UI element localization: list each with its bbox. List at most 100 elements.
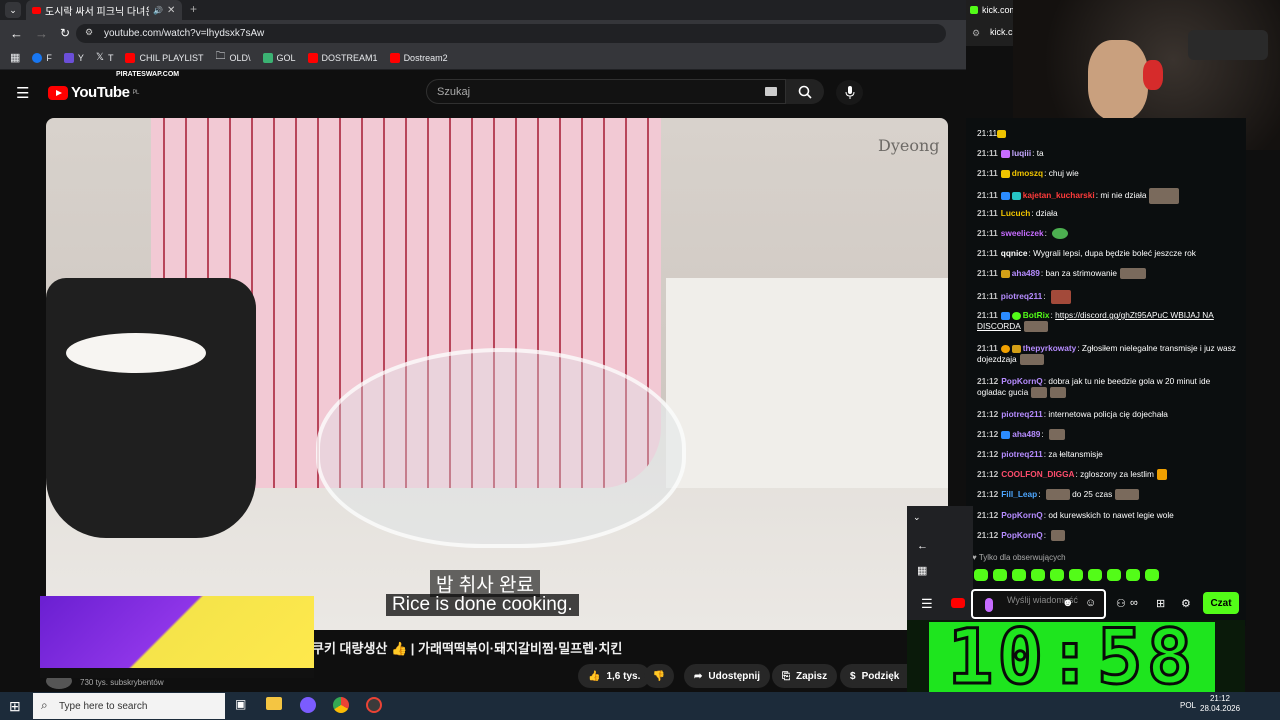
menu-icon[interactable]: ☰: [16, 84, 29, 102]
bookmark-y[interactable]: Y: [63, 52, 84, 63]
save-label: Zapisz: [796, 670, 828, 682]
chat-message: 21:11 aha489: ban za strimowanie: [977, 268, 1239, 280]
chat-send-button[interactable]: Czat: [1203, 592, 1239, 614]
emote-icon[interactable]: [1126, 569, 1140, 581]
like-count: 1,6 tys.: [606, 670, 641, 682]
crown-badge-icon: [1000, 169, 1010, 178]
chat-message: 21:11 piotreq211:: [977, 290, 1239, 304]
emote-picker-icon[interactable]: ☻: [1062, 597, 1074, 609]
chat-message: 21:11 dmoszq: chuj wie: [977, 168, 1079, 178]
chat-message: 21:11 BotRix: https://discord.gg/ghZt95AP…: [977, 310, 1214, 333]
kick-settings-icon[interactable]: ⚙: [972, 28, 980, 39]
save-button[interactable]: ⎘ Zapisz: [772, 664, 838, 688]
search-input[interactable]: Szukaj: [426, 79, 786, 104]
keyboard-language[interactable]: POL: [1180, 701, 1196, 710]
bookmark-gol[interactable]: GOL: [262, 52, 296, 63]
chat-message: 21:11 qqnice: Wygrali lepsi, dupa będzie …: [977, 248, 1196, 258]
site-info-icon[interactable]: ⚙: [85, 27, 93, 38]
rice-cooker-pot: [46, 278, 256, 538]
youtube-logo[interactable]: YouTube PL: [48, 84, 139, 101]
emote-icon[interactable]: [974, 569, 988, 581]
emote-icon: [1045, 489, 1070, 501]
search-icon: ⌕: [41, 698, 48, 712]
chat-message: 21:12 Fill_Leap: do 25 czas: [977, 489, 1239, 501]
chrome-icon[interactable]: [333, 697, 349, 713]
bookmark-folder-old[interactable]: 🗀 OLD\: [216, 49, 251, 66]
youtube-favicon-icon: [125, 52, 136, 63]
ad-banner[interactable]: [40, 596, 314, 678]
emote-icon[interactable]: [1031, 569, 1045, 581]
keyboard-icon[interactable]: [765, 87, 777, 96]
emote-icon[interactable]: [1012, 569, 1026, 581]
background-light: [1188, 30, 1268, 60]
apps-grid-icon[interactable]: ▦: [10, 51, 20, 64]
forward-icon[interactable]: →: [35, 26, 48, 41]
smile-icon[interactable]: ☺: [1085, 597, 1096, 609]
x-logo-icon: 𝕏: [95, 52, 104, 63]
badge-icon: [1000, 192, 1010, 200]
link-icon[interactable]: ∞: [1130, 597, 1138, 609]
reload-icon[interactable]: ↻: [60, 26, 70, 40]
tab-search-button[interactable]: ⌄: [913, 512, 921, 523]
emote-icon: [1156, 469, 1167, 481]
bookmark-label: Dostream2: [403, 52, 448, 63]
taskbar-clock[interactable]: 21:12 28.04.2026: [1200, 694, 1240, 714]
app-icon[interactable]: [366, 697, 382, 713]
taskbar-search[interactable]: ⌕ Type here to search: [33, 693, 225, 719]
settings-icon[interactable]: ⚙: [1181, 597, 1191, 610]
voice-search-button[interactable]: [836, 80, 863, 105]
browser-tab-active[interactable]: 도시락 싸서 피크닉 다녀온 🔊 ✕: [26, 0, 182, 20]
close-tab-icon[interactable]: ✕: [167, 5, 175, 16]
microphone-icon[interactable]: [985, 598, 993, 612]
emote-icon[interactable]: [1050, 569, 1064, 581]
bookmark-label: OLD\: [229, 52, 251, 63]
users-icon[interactable]: ⚇: [1116, 597, 1126, 610]
windows-start-icon[interactable]: ⊞: [9, 698, 21, 715]
omnibox[interactable]: ⚙ youtube.com/watch?v=lhydsxk7sAw: [76, 24, 946, 43]
discord-icon[interactable]: [300, 697, 316, 713]
thumbs-down-icon: 👎: [652, 670, 666, 682]
tab-title: 도시락 싸서 피크닉 다녀온: [45, 6, 149, 18]
new-tab-icon[interactable]: +: [190, 2, 197, 16]
emote-icon[interactable]: [993, 569, 1007, 581]
emote-icon[interactable]: [1069, 569, 1083, 581]
bookmark-label: GOL: [276, 52, 296, 63]
mini-browser-window[interactable]: ⌄ ← ▦ ☰: [907, 506, 973, 620]
back-icon[interactable]: ←: [917, 540, 928, 552]
counter-background: [666, 278, 948, 488]
search-button[interactable]: [786, 79, 824, 104]
like-button[interactable]: 👍 1,6 tys.: [578, 664, 651, 688]
thanks-button[interactable]: $ Podzięk: [840, 664, 908, 688]
video-player[interactable]: Dyeong 밥 취사 완료 Rice is done cooking.: [46, 118, 948, 630]
bookmark-dostream2[interactable]: Dostream2: [389, 52, 448, 63]
file-explorer-icon[interactable]: [266, 697, 282, 710]
youtube-play-icon: [48, 85, 68, 100]
dislike-button[interactable]: 👎: [644, 664, 674, 688]
bookmark-label: Y: [77, 52, 84, 63]
back-icon[interactable]: ←: [10, 26, 23, 41]
bookmark-t[interactable]: 𝕏T: [96, 52, 114, 63]
apps-grid-icon[interactable]: ▦: [917, 564, 927, 577]
share-button[interactable]: ➦ Udostępnij: [684, 664, 771, 688]
bookmark-chil-playlist[interactable]: CHIL PLAYLIST: [125, 52, 204, 63]
menu-icon[interactable]: ☰: [921, 596, 933, 612]
emote-icon[interactable]: [1145, 569, 1159, 581]
tab-search-button[interactable]: ⌄: [5, 2, 21, 18]
taskbar-search-placeholder: Type here to search: [59, 700, 148, 712]
speaker-icon[interactable]: 🔊: [153, 6, 163, 15]
emote-icon[interactable]: [1088, 569, 1102, 581]
task-view-icon[interactable]: ▣: [235, 697, 246, 711]
emote-icon[interactable]: [1107, 569, 1121, 581]
gift-icon[interactable]: ⊞: [1156, 597, 1165, 610]
badge-icon: [1000, 344, 1010, 353]
emote-icon: [1050, 290, 1071, 304]
chat-message: 21:12 aha489:: [977, 429, 1239, 441]
share-label: Udostępnij: [708, 670, 761, 682]
bookmark-dostream1[interactable]: DOSTREAM1: [307, 52, 378, 63]
bookmark-favicon-icon: [63, 52, 74, 63]
chat-message: 21:11 kajetan_kucharski: mi nie działa: [977, 188, 1239, 204]
bookmark-f[interactable]: F: [32, 52, 52, 63]
search-placeholder: Szukaj: [437, 86, 471, 98]
youtube-favicon-icon: [951, 598, 965, 608]
subtitle-korean: 밥 취사 완료: [430, 570, 540, 597]
